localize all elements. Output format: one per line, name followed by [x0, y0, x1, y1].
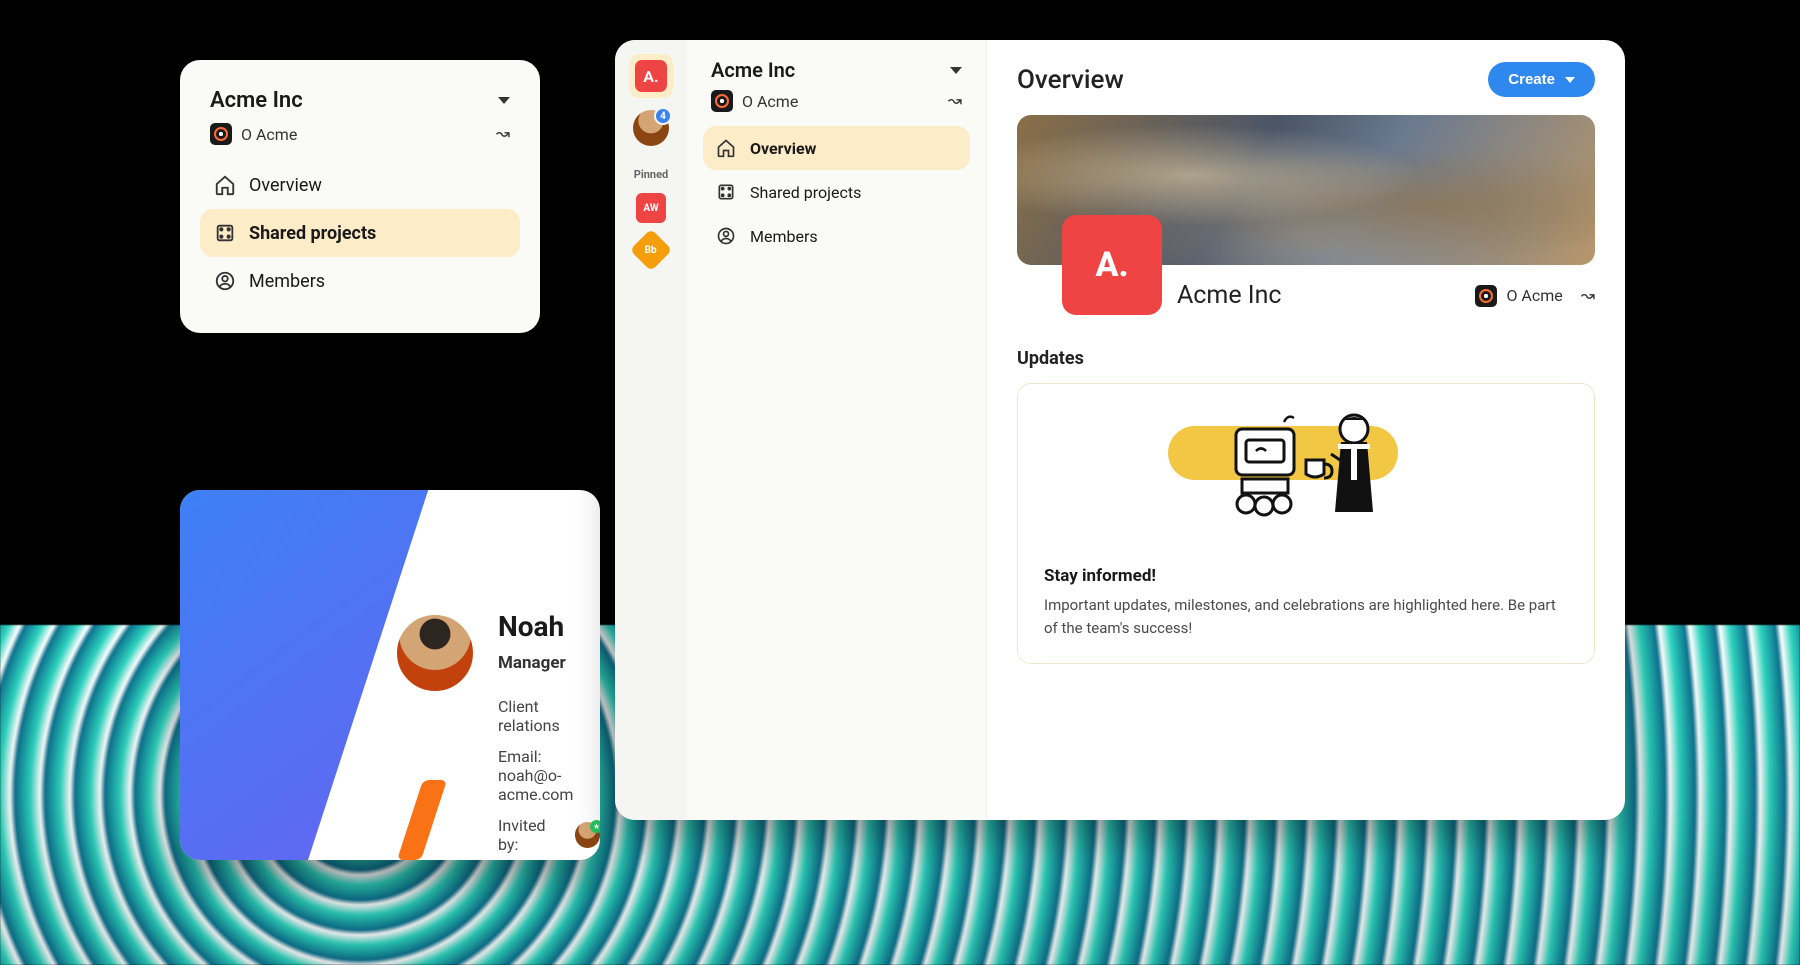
main-header: Overview Create — [1017, 62, 1595, 97]
org-logo: A. — [1062, 215, 1162, 315]
workspace-selector[interactable]: Acme Inc — [200, 88, 520, 113]
nav-label: Members — [249, 271, 325, 292]
pinned-item-bb[interactable]: Bb — [630, 229, 672, 271]
person-icon — [715, 225, 737, 247]
route-icon[interactable]: ↝ — [496, 124, 510, 144]
page-title: Overview — [1017, 65, 1124, 95]
workspace-name: Acme Inc — [210, 88, 303, 113]
nav-item-members[interactable]: Members — [703, 214, 970, 258]
nav-item-overview[interactable]: Overview — [200, 161, 520, 209]
workspace-sub-row: O Acme ↝ — [200, 113, 520, 161]
profile-department: Client relations — [498, 697, 600, 735]
workspace-sub[interactable]: O Acme — [711, 90, 798, 112]
chevron-down-icon — [498, 97, 510, 104]
rail-logo[interactable]: A. — [629, 54, 673, 98]
workspace-sub-row: O Acme ↝ — [703, 82, 970, 126]
create-button-label: Create — [1508, 71, 1555, 88]
main-content: Overview Create A. Acme Inc O Acme ↝ Upd… — [987, 40, 1625, 820]
workspace-sub-icon — [210, 123, 232, 145]
home-icon — [715, 137, 737, 159]
nav-item-shared-projects[interactable]: Shared projects — [703, 170, 970, 214]
nav-label: Shared projects — [750, 183, 861, 202]
workspace-sub-label: O Acme — [241, 125, 297, 144]
nav-label: Overview — [249, 175, 322, 196]
invited-by-label: Invited by: — [498, 816, 569, 854]
workspace-sub-icon — [711, 90, 733, 112]
route-icon[interactable]: ↝ — [948, 91, 962, 111]
inviter-avatar[interactable] — [575, 822, 601, 848]
updates-title: Stay informed! — [1044, 566, 1568, 586]
nav-label: Overview — [750, 139, 816, 158]
home-icon — [214, 174, 236, 196]
nav-label: Members — [750, 227, 818, 246]
updates-card: Stay informed! Important updates, milest… — [1017, 383, 1595, 664]
workspace-selector[interactable]: Acme Inc — [703, 58, 970, 82]
updates-text: Important updates, milestones, and celeb… — [1044, 594, 1568, 641]
profile-role: Manager — [498, 653, 600, 673]
profile-name: Noah — [498, 610, 600, 643]
route-icon[interactable]: ↝ — [1581, 286, 1595, 306]
chevron-down-icon — [950, 67, 962, 74]
profile-accent-stripe — [397, 780, 447, 860]
nav-item-overview[interactable]: Overview — [703, 126, 970, 170]
profile-invited-by: Invited by: — [498, 816, 600, 854]
notification-badge: 4 — [654, 107, 672, 125]
workspace-name: Acme Inc — [711, 58, 795, 82]
updates-heading: Updates — [1017, 348, 1595, 369]
org-sub-label: O Acme — [1506, 286, 1562, 305]
pinned-item-aw[interactable]: AW — [636, 193, 666, 223]
rail: A. 4 Pinned AW Bb — [615, 40, 687, 820]
nodes-icon — [214, 222, 236, 244]
nodes-icon — [715, 181, 737, 203]
org-name: Acme Inc — [1177, 281, 1457, 310]
sidebar-card-compact: Acme Inc O Acme ↝ Overview Shared projec… — [180, 60, 540, 333]
org-sub[interactable]: O Acme — [1475, 285, 1562, 307]
profile-card: Noah Manager Client relations Email: noa… — [180, 490, 600, 860]
rail-pinned-heading: Pinned — [634, 168, 668, 181]
create-button[interactable]: Create — [1488, 62, 1595, 97]
sidebar: Acme Inc O Acme ↝ Overview Shared projec… — [687, 40, 987, 820]
workspace-sub[interactable]: O Acme — [210, 123, 297, 145]
main-panel: A. 4 Pinned AW Bb Acme Inc O Acme ↝ Over… — [615, 40, 1625, 820]
nav-label: Shared projects — [249, 223, 376, 244]
person-icon — [214, 270, 236, 292]
rail-logo-text: A. — [635, 60, 667, 92]
updates-illustration — [1018, 384, 1594, 544]
rail-avatar[interactable]: 4 — [633, 110, 669, 146]
avatar — [392, 610, 478, 696]
profile-email: Email: noah@o-acme.com — [498, 747, 600, 804]
chevron-down-icon — [1565, 77, 1575, 83]
workspace-sub-icon — [1475, 285, 1497, 307]
nav-item-members[interactable]: Members — [200, 257, 520, 305]
workspace-sub-label: O Acme — [742, 92, 798, 111]
nav-item-shared-projects[interactable]: Shared projects — [200, 209, 520, 257]
